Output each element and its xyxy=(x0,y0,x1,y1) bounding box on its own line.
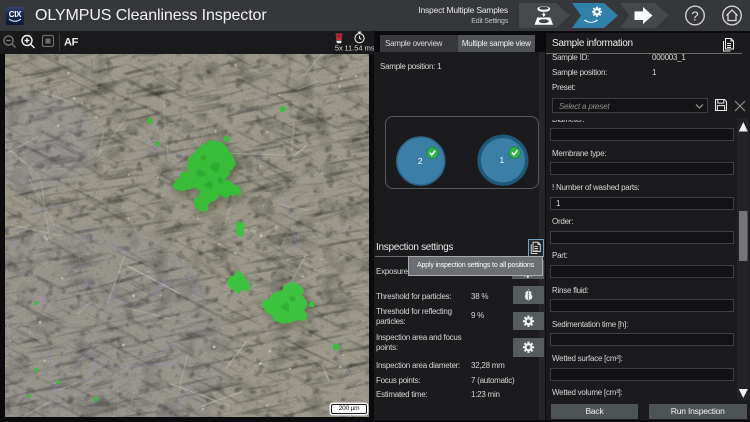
svg-text:1: 1 xyxy=(500,155,505,165)
svg-text:AF: AF xyxy=(64,37,79,49)
svg-text:5x: 5x xyxy=(335,44,343,53)
svg-text:?: ? xyxy=(691,9,698,24)
svg-text:2: 2 xyxy=(418,156,423,166)
svg-text:11.54 ms: 11.54 ms xyxy=(344,44,374,53)
